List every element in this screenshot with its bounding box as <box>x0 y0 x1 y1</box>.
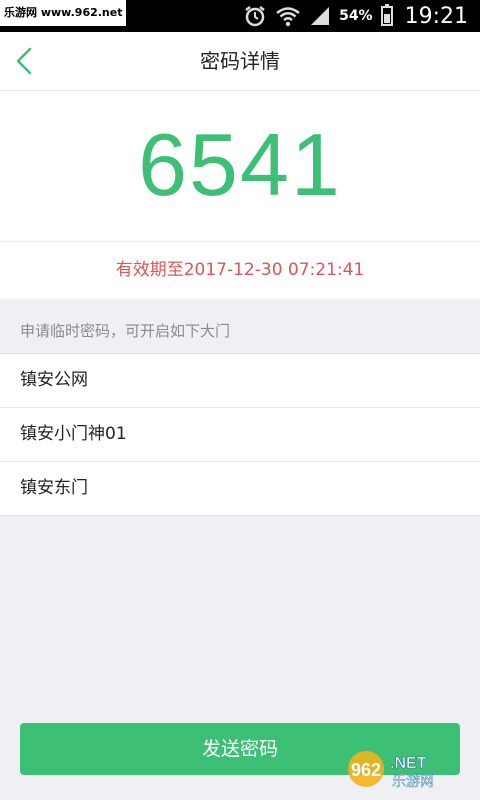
signal-icon <box>311 7 330 25</box>
navigation-header: 密码详情 <box>0 32 480 91</box>
door-list: 镇安公网 镇安小门神01 镇安东门 <box>0 353 480 516</box>
status-bar: 乐游网 www.962.net 54% 19:21 <box>0 0 480 32</box>
expiry-text: 有效期至2017-12-30 07:21:41 <box>115 260 365 280</box>
wifi-icon <box>276 7 300 27</box>
battery-percentage: 54% <box>339 8 373 24</box>
door-item[interactable]: 镇安公网 <box>0 354 480 407</box>
watermark-suffix: .NET <box>390 755 427 772</box>
status-icons: 54% 19:21 <box>243 0 468 32</box>
clock: 19:21 <box>404 3 468 29</box>
password-code: 6541 <box>138 115 342 214</box>
watermark-logo: 962 .NET 乐游网 <box>348 751 434 790</box>
battery-icon <box>380 4 393 26</box>
site-label: 乐游网 www.962.net <box>0 0 127 26</box>
password-panel: 6541 <box>0 91 480 242</box>
doors-section-title: 申请临时密码，可开启如下大门 <box>20 322 231 340</box>
watermark-number: 962 <box>351 760 381 780</box>
page-title: 密码详情 <box>200 49 280 73</box>
alarm-icon <box>245 6 265 27</box>
expiry-panel: 有效期至2017-12-30 07:21:41 <box>0 242 480 299</box>
door-item[interactable]: 镇安小门神01 <box>0 407 480 461</box>
door-item[interactable]: 镇安东门 <box>0 461 480 515</box>
watermark-cn: 乐游网 <box>392 774 434 790</box>
